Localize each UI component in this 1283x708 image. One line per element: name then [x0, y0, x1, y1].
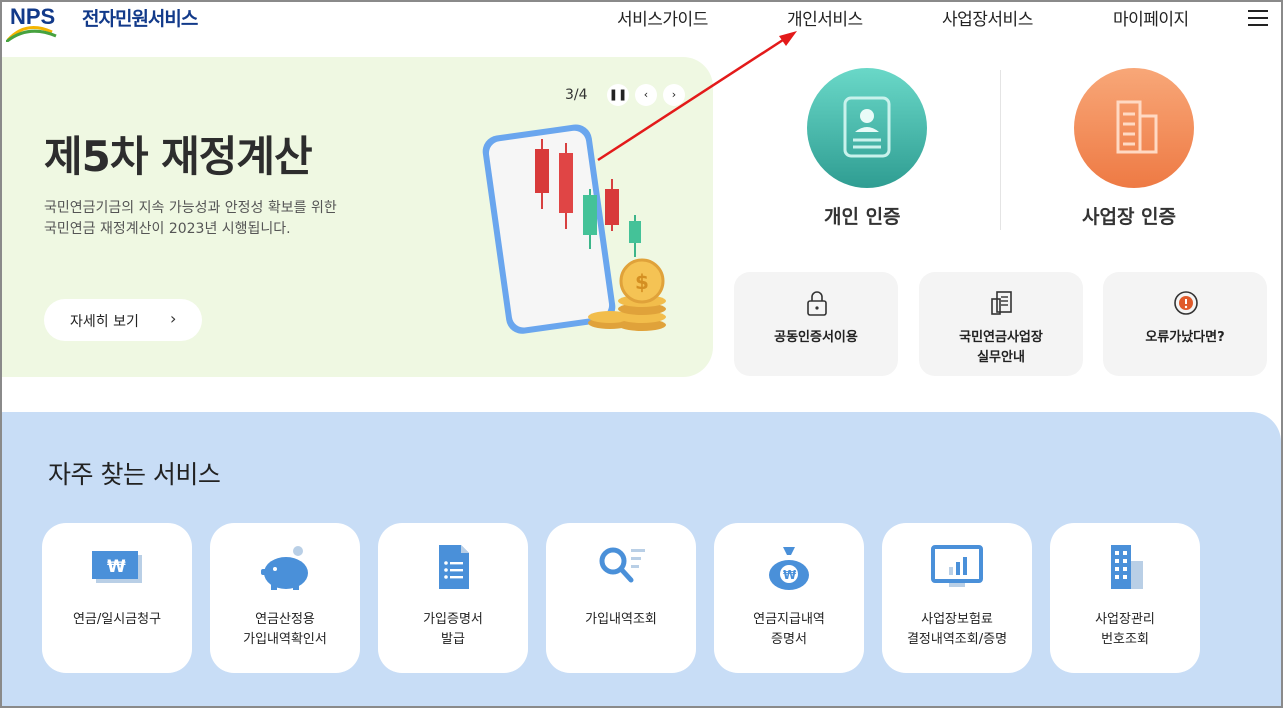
quick-link-error-help[interactable]: 오류가났다면?	[1103, 272, 1267, 376]
alert-icon	[1174, 291, 1198, 315]
piggy-bank-icon	[261, 546, 308, 590]
quick-link-business-guide[interactable]: 국민연금사업장 실무안내	[919, 272, 1083, 376]
nav-personal-service[interactable]: 개인서비스	[787, 5, 863, 30]
business-auth-label[interactable]: 사업장 인증	[1082, 202, 1176, 229]
monitor-chart-icon	[931, 545, 983, 587]
chevron-left-icon[interactable]: ‹	[635, 84, 657, 106]
slide-pager: 3/4	[565, 87, 588, 103]
chevron-right-icon: ›	[170, 309, 177, 328]
logo-text: 전자민원서비스	[82, 8, 198, 30]
lock-icon	[807, 291, 827, 316]
logo-mark: NPS	[10, 4, 55, 29]
hero-desc-line1: 국민연금기금의 지속 가능성과 안정성 확보를 위한	[44, 200, 337, 216]
hero-description: 국민연금기금의 지속 가능성과 안정성 확보를 위한 국민연금 재정계산이 20…	[44, 198, 404, 240]
won-bill-icon: ₩	[92, 551, 142, 583]
service-label-line1: 사업장보험료	[921, 612, 993, 627]
header: NPS 전자민원서비스 서비스가이드 개인서비스 사업장서비스 마이페이지	[0, 0, 1283, 44]
service-pension-payment-certificate[interactable]: ₩ 연금지급내역 증명서	[714, 523, 864, 673]
svg-text:$: $	[635, 270, 649, 294]
money-bag-icon: ₩	[769, 547, 809, 590]
service-pension-claim[interactable]: ₩ 연금/일시금청구	[42, 523, 192, 673]
phone-chart-illustration: $	[482, 124, 666, 334]
detail-button[interactable]: 자세히 보기 ›	[44, 299, 202, 341]
svg-text:₩: ₩	[783, 568, 797, 582]
quick-link-label: 공동인증서이용	[774, 330, 858, 345]
personal-auth-button[interactable]	[807, 68, 927, 188]
quick-link-label-line2: 실무안내	[977, 350, 1025, 365]
service-pension-calc-record[interactable]: 연금산정용 가입내역확인서	[210, 523, 360, 673]
business-auth-button[interactable]	[1074, 68, 1194, 188]
nav-mypage[interactable]: 마이페이지	[1113, 5, 1189, 30]
service-label-line1: 연금지급내역	[753, 612, 825, 627]
personal-auth-label[interactable]: 개인 인증	[824, 202, 901, 229]
document-icon	[991, 291, 1012, 315]
nav-service-guide[interactable]: 서비스가이드	[617, 5, 708, 30]
nps-logo-icon: NPS	[6, 4, 57, 42]
service-business-number-inquiry[interactable]: 사업장관리 번호조회	[1050, 523, 1200, 673]
service-label: 연금/일시금청구	[72, 612, 162, 627]
service-business-premium-inquiry[interactable]: 사업장보험료 결정내역조회/증명	[882, 523, 1032, 673]
service-label-line2: 가입내역확인서	[243, 632, 327, 647]
service-label-line1: 사업장관리	[1095, 612, 1155, 627]
hero-title: 제5차 재정계산	[44, 132, 313, 181]
detail-button-label: 자세히 보기	[70, 314, 139, 330]
nav-business-service[interactable]: 사업장서비스	[942, 5, 1033, 30]
service-label-line2: 번호조회	[1101, 632, 1149, 647]
chevron-right-icon[interactable]: ›	[663, 84, 685, 106]
pause-icon[interactable]: ❚❚	[607, 84, 629, 106]
quick-link-label-line1: 국민연금사업장	[959, 330, 1043, 345]
building-icon	[1111, 545, 1143, 589]
svg-text:₩: ₩	[107, 557, 126, 577]
quick-link-label: 오류가났다면?	[1145, 330, 1225, 345]
frequent-services-section: 자주 찾는 서비스 ₩ 연금/일시금청구 연금산정용 가입내역확인서 가입증명서…	[2, 412, 1281, 706]
hero-desc-line2: 국민연금 재정계산이 2023년 시행됩니다.	[44, 221, 291, 237]
quick-link-certificate[interactable]: 공동인증서이용	[734, 272, 898, 376]
building-icon	[1116, 100, 1158, 154]
service-label-line1: 연금산정용	[255, 612, 315, 627]
service-label-line2: 결정내역조회/증명	[906, 632, 1008, 647]
document-list-icon	[439, 545, 469, 589]
hamburger-icon[interactable]	[1248, 10, 1268, 26]
service-label-line1: 가입증명서	[423, 612, 483, 627]
auth-divider	[1000, 70, 1001, 230]
service-label-line2: 증명서	[771, 632, 807, 647]
service-membership-certificate[interactable]: 가입증명서 발급	[378, 523, 528, 673]
search-list-icon	[599, 547, 645, 583]
id-card-icon	[843, 96, 891, 158]
service-membership-inquiry[interactable]: 가입내역조회	[546, 523, 696, 673]
frequent-services-title: 자주 찾는 서비스	[48, 460, 221, 489]
service-label: 가입내역조회	[585, 612, 657, 627]
nps-logo[interactable]: NPS 전자민원서비스	[6, 2, 226, 42]
hero-banner: 제5차 재정계산 국민연금기금의 지속 가능성과 안정성 확보를 위한 국민연금…	[2, 57, 713, 377]
service-label-line2: 발급	[441, 632, 465, 647]
